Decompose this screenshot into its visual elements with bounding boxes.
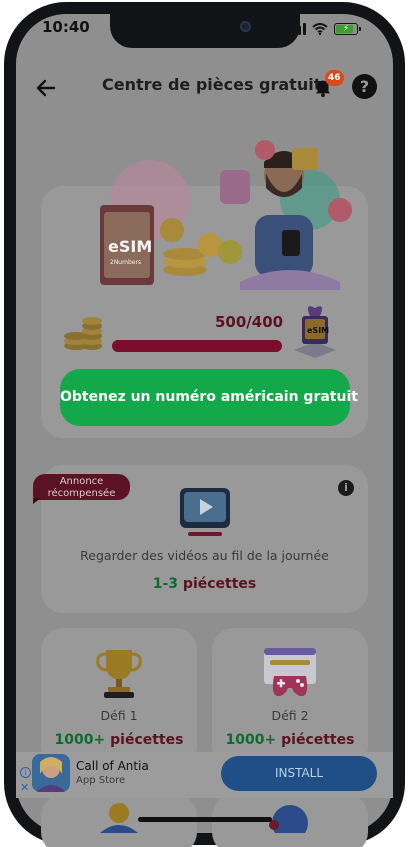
- camera: [240, 21, 251, 32]
- challenge-2-amount: 1000+: [225, 732, 277, 748]
- progress-text: 500/400: [215, 313, 284, 331]
- ad-close-icon[interactable]: ✕: [20, 781, 29, 794]
- coins-icon: [64, 317, 102, 350]
- esim-card-sub: 2Numbers: [110, 259, 141, 266]
- home-indicator[interactable]: [138, 817, 272, 822]
- info-icon[interactable]: i: [338, 480, 354, 496]
- challenge-2-label: Défi 2: [271, 708, 309, 723]
- hero-illustration: eSIM 2Numbers: [100, 140, 352, 290]
- gamepad-icon: [264, 648, 316, 697]
- ad-install-button[interactable]: INSTALL: [221, 756, 377, 791]
- challenge-2-reward: 1000+ piécettes: [212, 732, 368, 748]
- progress-bar: [112, 340, 282, 352]
- page-title: Centre de pièces gratuit: [102, 75, 322, 94]
- video-reward-unit: piécettes: [178, 576, 257, 592]
- challenge-1-reward: 1000+ piécettes: [41, 732, 197, 748]
- notch: [110, 14, 300, 48]
- progress-bar-fill: [112, 340, 282, 352]
- esim-card-label: eSIM: [108, 237, 152, 256]
- play-video-icon: [180, 488, 230, 536]
- challenge-1-unit: piécettes: [105, 732, 184, 748]
- back-arrow-icon[interactable]: [34, 76, 58, 100]
- get-free-us-number-button[interactable]: Obtenez un numéro américain gratuit: [60, 369, 358, 426]
- ribbon-line-2: récompensée: [47, 488, 116, 499]
- ribbon-line-1: Annonce: [59, 476, 104, 487]
- challenge-1-amount: 1000+: [54, 732, 106, 748]
- video-card-reward: 1-3 piécettes: [41, 576, 368, 592]
- ad-title: Call of Antia: [76, 759, 149, 773]
- ad-subtitle: App Store: [76, 775, 126, 786]
- wifi-icon: [312, 23, 328, 35]
- gift-icon: eSIM: [294, 306, 336, 358]
- challenge-1-label: Défi 1: [100, 708, 138, 723]
- video-card-title: Regarder des vidéos au fil de la journée: [80, 548, 329, 563]
- battery-icon: ⚡: [334, 23, 361, 35]
- ad-info-icon[interactable]: i: [20, 767, 31, 778]
- video-reward-range: 1-3: [152, 576, 179, 592]
- status-time: 10:40: [42, 18, 90, 36]
- user-icon: [100, 803, 138, 833]
- trophy-icon: [96, 650, 142, 698]
- challenge-2-unit: piécettes: [276, 732, 355, 748]
- rewarded-ad-ribbon: Annonce récompensée: [33, 474, 130, 500]
- ribbon-tail: [33, 498, 41, 504]
- notification-badge: 46: [325, 70, 344, 86]
- help-button[interactable]: ?: [352, 74, 377, 99]
- ad-app-icon[interactable]: [32, 754, 70, 792]
- gift-esim-label: eSIM: [307, 326, 329, 335]
